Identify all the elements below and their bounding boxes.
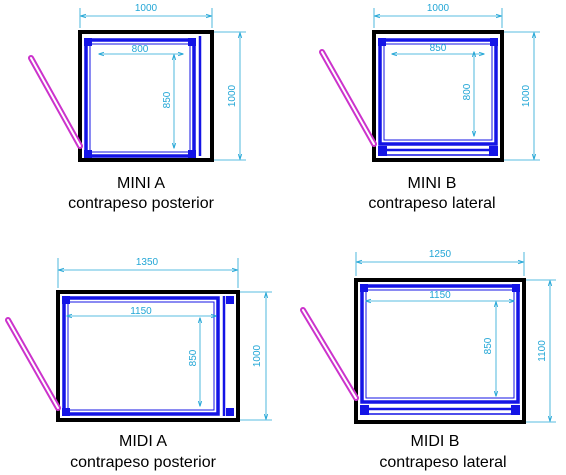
cabin-depth-label: 850 bbox=[483, 337, 494, 354]
plan-mini-b: 1000 850 800 1000 MINI B contrapeso late… bbox=[319, 3, 540, 212]
cabin-width-label: 800 bbox=[132, 44, 149, 55]
plan-subtitle: contrapeso posterior bbox=[68, 195, 215, 212]
cabin-inner bbox=[383, 43, 493, 141]
shaft-width-label: 1350 bbox=[136, 257, 159, 268]
plan-mini-a: 1000 800 850 1000 MINI A contrapeso post… bbox=[28, 3, 246, 212]
cabin bbox=[378, 38, 498, 146]
plan-subtitle: contrapeso lateral bbox=[379, 454, 506, 471]
plan-title: MIDI B bbox=[411, 433, 460, 450]
cabin-depth-label: 800 bbox=[462, 83, 473, 100]
elevator-plans-diagram: 1000 800 850 1000 MINI A contrapeso post… bbox=[5, 3, 556, 471]
cabin-inner bbox=[89, 43, 191, 153]
plan-title: MINI B bbox=[408, 175, 457, 192]
plan-title: MIDI A bbox=[119, 433, 167, 450]
cabin-depth-label: 850 bbox=[162, 91, 173, 108]
plan-midi-b: 1250 1150 850 1100 MIDI B contrapeso lat… bbox=[300, 249, 556, 471]
cabin bbox=[360, 284, 520, 404]
plan-title: MINI A bbox=[117, 175, 165, 192]
cabin-width-label: 1150 bbox=[429, 290, 451, 301]
plan-subtitle: contrapeso posterior bbox=[70, 454, 217, 471]
shaft-depth-label: 1000 bbox=[252, 344, 263, 367]
shaft-width-label: 1000 bbox=[427, 3, 450, 14]
plan-midi-a: 1350 1150 850 1000 MIDI A contrapeso pos… bbox=[5, 257, 272, 471]
plan-subtitle: contrapeso lateral bbox=[368, 195, 495, 212]
cabin-width-label: 1150 bbox=[130, 306, 152, 317]
shaft-width-label: 1000 bbox=[135, 3, 158, 14]
shaft-depth-label: 1100 bbox=[537, 340, 548, 362]
cabin-width-label: 850 bbox=[430, 43, 447, 54]
cabin bbox=[84, 38, 196, 158]
shaft-depth-label: 1000 bbox=[227, 84, 238, 107]
shaft-width-label: 1250 bbox=[429, 249, 452, 260]
cabin-depth-label: 850 bbox=[188, 349, 199, 366]
shaft-depth-label: 1000 bbox=[521, 84, 532, 107]
